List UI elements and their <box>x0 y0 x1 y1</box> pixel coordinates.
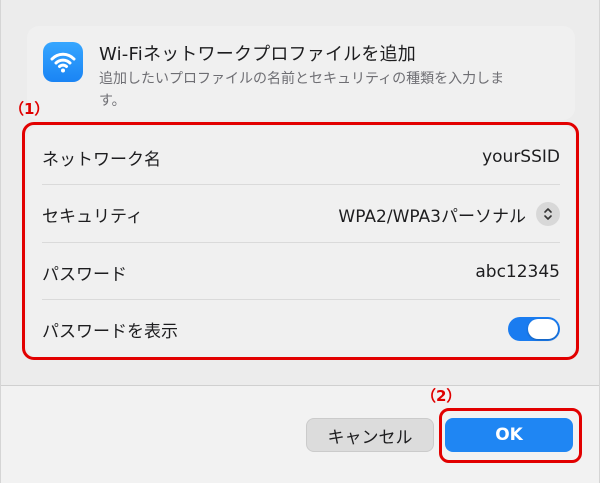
cancel-button[interactable]: キャンセル <box>306 418 434 452</box>
add-wifi-profile-dialog: Wi-Fiネットワークプロファイルを追加 追加したいプロファイルの名前とセキュリ… <box>0 0 600 483</box>
annotation-label-2: （2） <box>421 387 462 405</box>
annotation-label-1: （1） <box>9 100 50 118</box>
dialog-title: Wi-Fiネットワークプロファイルを追加 <box>99 44 416 65</box>
dialog-description: 追加したいプロファイルの名前とセキュリティの種類を入力します。 <box>99 71 505 109</box>
annotation-frame-ok <box>439 408 582 463</box>
wifi-icon <box>43 42 83 82</box>
annotation-frame-form <box>22 122 579 360</box>
header-card: Wi-Fiネットワークプロファイルを追加 追加したいプロファイルの名前とセキュリ… <box>27 26 575 120</box>
